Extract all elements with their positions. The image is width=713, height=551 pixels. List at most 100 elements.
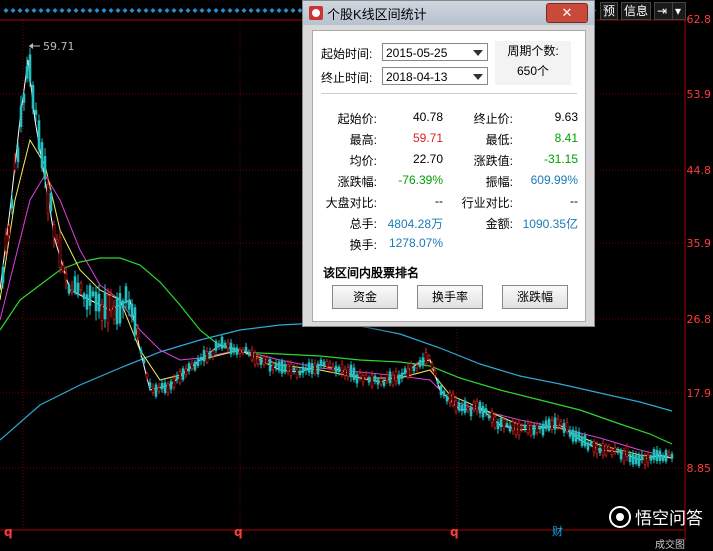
price-axis-label: 44.8 [686,164,712,177]
divider [321,93,577,94]
q-marker[interactable]: q [450,525,459,539]
candle-body [190,363,194,369]
marker-diamond-icon [276,8,282,13]
marker-diamond-icon [45,8,51,13]
chevron-down-icon [473,74,483,80]
candle-body [142,359,146,364]
candle-body [283,363,287,373]
candle-body [541,423,545,436]
start-time-label: 起始时间: [321,47,373,61]
dropdown-icon[interactable]: ▾ [672,2,686,20]
candle-body [163,382,167,393]
end-time-select[interactable]: 2018-04-13 [382,67,488,85]
close-button[interactable]: ✕ [546,3,588,23]
candle-body [334,365,338,374]
start-price-value: 40.78 [412,110,443,124]
candle-body [244,346,248,353]
q-marker[interactable]: q [4,525,13,539]
marker-diamond-icon [129,8,135,13]
rank-change-button[interactable]: 涨跌幅 [502,285,568,309]
candle-body [310,363,314,374]
candle-body [454,400,458,412]
app-icon [309,6,323,20]
candle-body [121,300,125,309]
marker-diamond-icon [122,8,128,13]
candle-body [118,293,122,324]
finance-marker[interactable]: 财 [552,523,563,539]
ma-long-blue [0,322,673,441]
candle-body [256,357,260,365]
marker-diamond-icon [3,8,9,13]
candle-body [295,369,299,378]
candle-body [616,450,620,453]
candle-body [574,430,578,442]
candle-body [265,357,269,364]
candle-body [172,377,176,388]
candle-body [538,425,542,430]
candle-body [55,239,59,243]
change-value: -31.15 [543,152,578,166]
candle-body [301,366,305,374]
candle-body [289,363,293,376]
candle-body [421,357,425,365]
candle-body [193,361,197,371]
candle-body [328,362,332,367]
candle-body [10,199,14,209]
candle-body [355,374,359,384]
candle-body [646,454,650,463]
rank-fund-button[interactable]: 资金 [332,285,398,309]
candle-body [571,429,575,442]
rank-turnover-button[interactable]: 换手率 [417,285,483,309]
candle-body [466,407,470,412]
candle-body [475,401,479,411]
marker-diamond-icon [38,8,44,13]
watermark: 悟空问答 [609,504,703,529]
candle-body [154,384,158,397]
candle-body [61,265,65,272]
candle-body [97,293,101,312]
marker-diamond-icon [262,8,268,13]
candle-body [52,224,56,238]
marker-diamond-icon [255,8,261,13]
candle-body [115,297,119,325]
end-time-value: 2018-04-13 [386,70,448,84]
market-compare-value: -- [435,194,443,208]
market-compare-label: 大盘对比: [325,196,377,210]
low-label: 最低: [485,133,513,147]
candle-body [508,425,512,432]
yu-button[interactable]: 预 [600,2,619,20]
candle-body [259,358,263,365]
candle-body [529,425,533,436]
end-price-value: 9.63 [554,110,578,124]
turnover-value: 1278.07% [388,236,443,250]
candle-body [364,374,368,379]
start-time-select[interactable]: 2015-05-25 [382,43,488,61]
end-time-label: 终止时间: [321,71,373,85]
candle-body [619,449,623,460]
candle-body [565,422,569,433]
low-value: 8.41 [554,131,578,145]
candle-body [592,441,596,453]
candle-body [157,387,161,392]
candle-body [205,351,209,363]
candle-body [19,105,23,128]
marker-diamond-icon [115,8,121,13]
marker-diamond-icon [136,8,142,13]
info-button[interactable]: 信息 [621,2,652,20]
candle-body [550,420,554,430]
candle-body [4,234,8,252]
candle-body [277,361,281,371]
candle-body [67,284,71,294]
candle-body [211,350,215,357]
marker-diamond-icon [10,8,16,13]
candle-body [478,401,482,414]
candle-body [1,266,5,284]
exit-icon[interactable]: ⇥ [654,2,674,20]
candle-body [319,359,323,367]
candle-body [103,291,107,320]
candle-body [409,363,413,375]
candle-body [91,291,95,297]
candle-body [271,364,275,370]
candle-body [361,374,365,383]
q-marker[interactable]: q [234,525,243,539]
